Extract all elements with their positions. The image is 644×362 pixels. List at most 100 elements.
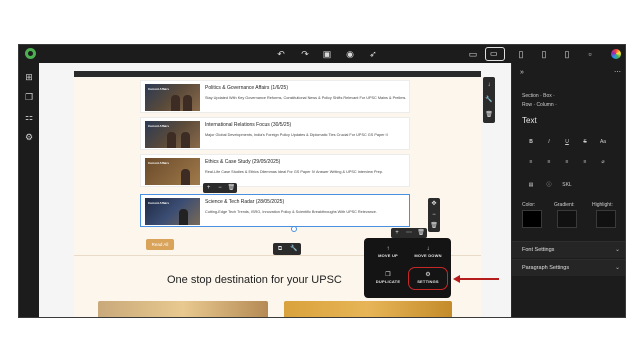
article-thumbnail: Current Affairs: [145, 84, 200, 111]
redo-icon[interactable]: ↷: [299, 48, 311, 60]
minus-icon[interactable]: −: [430, 210, 439, 220]
promo-image-right: [284, 301, 452, 317]
move-up-option[interactable]: ↑ MOVE UP: [368, 242, 408, 266]
article-card[interactable]: Current Affairs Politics & Governance Af…: [140, 80, 410, 113]
gradient-label: Gradient:: [554, 202, 575, 208]
thumbnail-tag: Current Affairs: [148, 87, 170, 91]
device-monitor-icon[interactable]: ▭: [467, 48, 479, 60]
device-mobile-icon[interactable]: ▯: [561, 48, 573, 60]
crop-icon[interactable]: ⧉: [276, 244, 285, 254]
add-icon[interactable]: +: [204, 183, 213, 193]
article-title: International Relations Focus (30/5/25): [205, 122, 292, 128]
article-description: Cutting-Edge Tech Trends, ISRO, Innovati…: [205, 210, 377, 214]
editor-window: ↶ ↷ ▣ ◉ ➶ ▭ ▭ ▯ ▯ ▯ ▫ ⊞ ❐ ⚏ ⚙ Current Af…: [18, 44, 626, 318]
bold-button[interactable]: B: [524, 136, 538, 148]
minus-icon[interactable]: −: [215, 183, 224, 193]
delete-icon[interactable]: 🗑: [430, 221, 439, 231]
align-center-button[interactable]: ≡: [542, 156, 556, 168]
section-headline: One stop destination for your UPSC: [167, 274, 342, 286]
add-element-icon[interactable]: ⊞: [24, 72, 34, 82]
align-left-button[interactable]: ≡: [524, 156, 538, 168]
article-thumbnail: Current Affairs: [145, 158, 200, 185]
pages-icon[interactable]: ❐: [24, 92, 34, 102]
article-card[interactable]: Current Affairs Ethics & Case Study (29/…: [140, 154, 410, 187]
column-side-toolbar: ✥ − 🗑: [428, 198, 440, 232]
settings-highlight-ring: [408, 267, 448, 290]
article-description: Stay Updated With Key Governance Reforms…: [205, 96, 407, 100]
arrow-up-icon: ↑: [386, 246, 390, 252]
device-tablet-icon[interactable]: ▯: [538, 48, 550, 60]
align-right-button[interactable]: ≡: [560, 156, 574, 168]
page-header-bar: [74, 71, 481, 77]
editor-canvas: Current Affairs Politics & Governance Af…: [39, 63, 511, 317]
list-button[interactable]: ▤: [524, 179, 538, 191]
delete-icon[interactable]: 🗑: [485, 110, 494, 120]
annotation-arrow-head: [453, 275, 460, 283]
skill-button[interactable]: SKL: [560, 179, 574, 191]
more-options-icon[interactable]: ⋯: [614, 68, 621, 76]
duplicate-option[interactable]: ❐ DUPLICATE: [368, 268, 408, 292]
settings-panel: » ⋯ Section · Box · Row · Column · Text …: [511, 63, 625, 317]
laptop-icon: ▭: [490, 49, 498, 58]
article-card[interactable]: Current Affairs International Relations …: [140, 117, 410, 150]
strikethrough-button[interactable]: S: [578, 136, 592, 148]
highlight-swatch[interactable]: [596, 210, 616, 228]
delete-icon[interactable]: 🗑: [227, 183, 236, 193]
thumbnail-tag: Current Affairs: [148, 124, 170, 128]
italic-button[interactable]: I: [542, 136, 556, 148]
article-description: Major Global Developments, India's Forei…: [205, 133, 388, 137]
paragraph-settings-section[interactable]: Paragraph Settings ⌄: [512, 259, 625, 276]
breadcrumb[interactable]: Section · Box ·: [522, 93, 555, 99]
read-all-button[interactable]: Read All: [146, 239, 174, 250]
collapse-panel-icon[interactable]: »: [520, 69, 524, 76]
article-card-selected[interactable]: Current Affairs Science & Tech Radar (28…: [140, 194, 410, 227]
thumbnail-tag: Current Affairs: [148, 161, 170, 165]
article-title: Ethics & Case Study (29/05/2025): [205, 159, 281, 165]
article-description: Real-Life Case Studies & Ethics Dilemmas…: [205, 170, 384, 174]
save-icon[interactable]: ▣: [321, 48, 333, 60]
app-logo: [25, 48, 36, 59]
arrow-down-icon[interactable]: ↓: [485, 80, 494, 90]
wrench-icon[interactable]: 🔧: [290, 244, 299, 254]
gradient-swatch[interactable]: [557, 210, 577, 228]
duplicate-icon: ❐: [385, 272, 391, 278]
settings-gear-icon[interactable]: ⚙: [24, 132, 34, 142]
text-toolbar: + ⋯ 🗑: [391, 228, 427, 238]
annotation-arrow: [459, 278, 499, 280]
preview-eye-icon[interactable]: ◉: [344, 48, 356, 60]
undo-icon[interactable]: ↶: [275, 48, 287, 60]
article-title: Science & Tech Radar (28/05/2025): [205, 199, 285, 205]
color-swatch[interactable]: [522, 210, 542, 228]
more-icon[interactable]: ⋯: [405, 228, 414, 238]
device-small-mobile-icon[interactable]: ▫: [584, 48, 596, 60]
panel-heading: Text: [522, 116, 537, 125]
device-tablet-landscape-icon[interactable]: ▯: [515, 48, 527, 60]
left-rail: ⊞ ❐ ⚏ ⚙: [19, 63, 39, 317]
box-toolbar: ⧉ 🔧: [273, 243, 301, 255]
article-thumbnail: Current Affairs: [145, 198, 200, 225]
add-handle[interactable]: [291, 226, 297, 232]
move-icon[interactable]: ✥: [430, 199, 439, 209]
color-palette-icon[interactable]: [611, 49, 621, 59]
align-justify-button[interactable]: ≡: [578, 156, 592, 168]
clear-format-button[interactable]: ⌀: [596, 156, 610, 168]
chevron-down-icon: ⌄: [614, 247, 620, 253]
breadcrumb[interactable]: Row · Column ·: [522, 102, 557, 108]
wrench-icon[interactable]: 🔧: [485, 95, 494, 105]
arrow-down-icon: ↓: [426, 246, 430, 252]
move-down-option[interactable]: ↓ MOVE DOWN: [408, 242, 448, 266]
device-laptop-button[interactable]: ▭: [485, 47, 505, 61]
delete-icon[interactable]: 🗑: [417, 228, 426, 238]
article-thumbnail: Current Affairs: [145, 121, 200, 148]
promo-image-left: [98, 301, 268, 317]
text-case-button[interactable]: Aa: [596, 136, 610, 148]
info-button[interactable]: ⓘ: [542, 179, 556, 191]
publish-rocket-icon[interactable]: ➶: [367, 48, 379, 60]
element-context-menu: ↑ MOVE UP ↓ MOVE DOWN ❐ DUPLICATE ⚙ SETT…: [364, 238, 451, 298]
highlight-label: Highlight:: [592, 202, 613, 208]
top-toolbar: ↶ ↷ ▣ ◉ ➶ ▭ ▭ ▯ ▯ ▯ ▫: [19, 45, 625, 63]
font-settings-section[interactable]: Font Settings ⌄: [512, 241, 625, 258]
blocks-icon[interactable]: ⚏: [24, 112, 34, 122]
underline-button[interactable]: U: [560, 136, 574, 148]
add-icon[interactable]: +: [393, 228, 402, 238]
